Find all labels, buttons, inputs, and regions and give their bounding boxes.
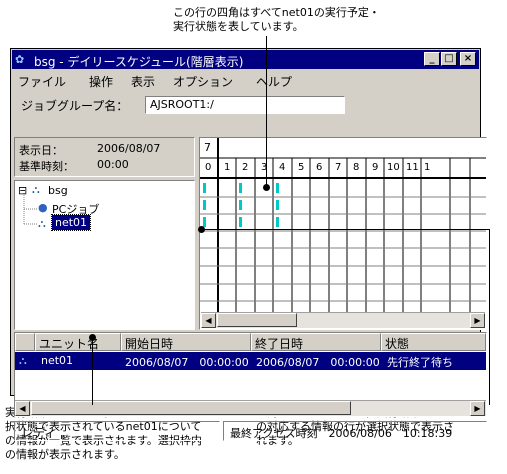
status-text: レディ	[14, 421, 220, 441]
pcjob-marker-2[interactable]	[276, 183, 279, 193]
pointer-left	[92, 337, 93, 405]
menu-options[interactable]: オプション	[173, 73, 233, 90]
pointer-top	[266, 36, 267, 188]
base-time-label: 基準時刻：	[19, 160, 74, 173]
col-head-status[interactable]: 状態	[381, 333, 486, 351]
pcjob-marker-0[interactable]	[203, 183, 206, 193]
net01-marker-2[interactable]	[276, 200, 279, 210]
cell-unit: net01	[41, 354, 74, 367]
window-title: bsg - デイリースケジュール(階層表示)	[34, 55, 244, 69]
gantt-scroll-left-button[interactable]: ◀	[201, 313, 216, 328]
gantt-scroll-thumb[interactable]	[217, 313, 297, 327]
menu-view[interactable]: 表示	[131, 73, 155, 90]
app-window: ✿ bsg - デイリースケジュール(階層表示) _ □ × ファイル 操作 表…	[10, 48, 487, 441]
cell-start: 2006/08/07 00:00:00	[125, 356, 249, 369]
net01-marker-1[interactable]	[239, 200, 242, 210]
sub-marker-1[interactable]	[239, 217, 242, 227]
col-head-end[interactable]: 終了日時	[251, 333, 381, 351]
hour-8: 8	[353, 162, 360, 173]
jobgroup-row: ジョブグループ名： AJSROOT1:/	[12, 91, 479, 119]
last-access-time: 最終アクセス時刻 2006/08/06 10:18:39	[223, 421, 487, 441]
jobnet-icon: ⛬	[38, 217, 46, 230]
date-panel: 表示日： 2006/08/07 基準時刻： 00:00	[14, 137, 195, 177]
menu-operation[interactable]: 操作	[89, 73, 113, 90]
maximize-button[interactable]: □	[441, 52, 457, 66]
pc-job-icon: ●	[38, 201, 48, 214]
results-scroll-left-button[interactable]: ◀	[15, 401, 30, 416]
hour-5: 5	[298, 162, 305, 173]
hour-9: 9	[372, 162, 379, 173]
tree-root[interactable]: bsg	[48, 184, 68, 197]
hour-1: 1	[224, 162, 231, 173]
result-row[interactable]: ⛬ net01 2006/08/07 00:00:00 2006/08/07 0…	[15, 352, 486, 370]
annotation-top: この行の四角はすべてnet01の実行予定・ 実行状態を表しています。	[173, 6, 380, 33]
pcjob-marker-1[interactable]	[239, 183, 242, 193]
hour-10: 10	[387, 162, 400, 173]
pointer-right-h	[201, 229, 490, 230]
cell-end: 2006/08/07 00:00:00	[256, 356, 380, 369]
hour-2: 2	[242, 162, 249, 173]
sub-marker-2[interactable]	[276, 217, 279, 227]
hour-12: 1	[424, 162, 431, 173]
tree-area: ⊟ ⛬ bsg ● PCジョブ ⛬ net01	[14, 180, 195, 330]
col-head-start[interactable]: 開始日時	[121, 333, 251, 351]
menu-bar: ファイル 操作 表示 オプション ヘルプ	[12, 70, 479, 90]
menu-help[interactable]: ヘルプ	[256, 73, 292, 90]
col-head-icon	[15, 333, 35, 351]
results-list: ユニット名 開始日時 終了日時 状態 ⛬ net01 2006/08/07 00…	[14, 332, 487, 417]
tree-item-net01[interactable]: net01	[50, 214, 92, 231]
jobnet-row-icon: ⛬	[19, 354, 27, 367]
minimize-button[interactable]: _	[424, 52, 440, 66]
title-bar[interactable]: ✿ bsg - デイリースケジュール(階層表示) _ □ ×	[12, 50, 479, 69]
gantt-hscrollbar[interactable]: ◀ ▶	[201, 312, 485, 328]
pointer-left-dot	[89, 334, 96, 341]
pointer-right-v	[489, 229, 490, 405]
jobgroup-field[interactable]: AJSROOT1:/	[145, 96, 345, 114]
hour-11: 11	[406, 162, 419, 173]
gantt-scroll-right-button[interactable]: ▶	[470, 313, 485, 328]
jobgroup-label: ジョブグループ名：	[21, 99, 129, 113]
pointer-top-dot	[263, 184, 270, 191]
display-date-value: 2006/08/07	[97, 142, 161, 155]
results-hscrollbar[interactable]: ◀ ▶	[15, 400, 486, 416]
results-scroll-right-button[interactable]: ▶	[470, 401, 485, 416]
app-icon: ✿	[15, 53, 25, 66]
close-button[interactable]: ×	[460, 52, 476, 66]
pointer-right-dot	[198, 226, 205, 233]
hour-0: 0	[205, 162, 212, 173]
results-scroll-thumb[interactable]	[31, 401, 351, 415]
collapse-toggle-icon[interactable]: ⊟	[18, 184, 27, 197]
cell-status: 先行終了待ち	[387, 356, 453, 369]
hour-4: 4	[279, 162, 286, 173]
display-date-label: 表示日：	[19, 144, 63, 157]
sub-marker-0[interactable]	[203, 217, 206, 227]
status-bar: レディ 最終アクセス時刻 2006/08/06 10:18:39	[14, 421, 487, 441]
col-head-unit[interactable]: ユニット名	[35, 333, 121, 351]
menu-file[interactable]: ファイル	[18, 73, 66, 90]
jobgroup-icon: ⛬	[32, 183, 40, 196]
base-time-value: 00:00	[97, 158, 129, 171]
hour-7: 7	[335, 162, 342, 173]
gantt-area: 7 0 1 2 3 4 5 6 7 8 9 10 11 1 ◀ ▶	[199, 137, 487, 330]
net01-marker-0[interactable]	[203, 200, 206, 210]
gantt-day-label: 7	[204, 141, 211, 154]
hour-6: 6	[316, 162, 323, 173]
